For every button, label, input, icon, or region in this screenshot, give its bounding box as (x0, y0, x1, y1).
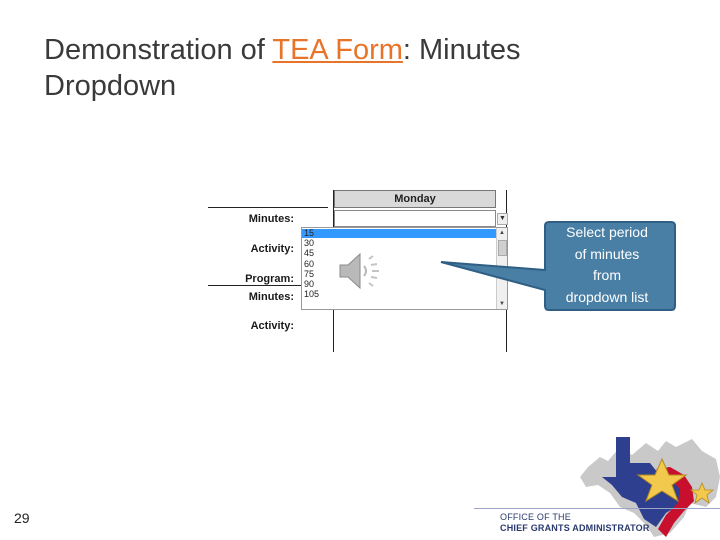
day-header: Monday (334, 190, 496, 208)
scrollbar-thumb[interactable] (498, 240, 507, 256)
chevron-down-icon[interactable]: ▼ (497, 213, 508, 225)
dropdown-option[interactable]: 45 (304, 248, 319, 258)
minutes-cell[interactable] (334, 210, 496, 227)
selected-option-highlight (302, 229, 498, 238)
speaker-icon[interactable] (336, 248, 386, 294)
dropdown-option[interactable]: 90 (304, 279, 319, 289)
callout-text: Select period of minutes from dropdown l… (540, 222, 674, 308)
divider (208, 285, 301, 286)
minutes-label: Minutes: (248, 291, 294, 303)
title-prefix: Demonstration of (44, 34, 273, 66)
dropdown-option[interactable]: 15 (304, 228, 319, 238)
scroll-up-icon[interactable]: ▲ (498, 229, 506, 237)
slide-title: Demonstration of TEA Form: Minutes Dropd… (44, 32, 664, 104)
title-suffix: : Minutes (402, 34, 521, 66)
dropdown-option[interactable]: 105 (304, 289, 319, 299)
tea-form-link[interactable]: TEA Form (272, 34, 403, 66)
callout-line: of minutes (574, 245, 640, 262)
callout-line: from (593, 267, 621, 283)
callout-line: dropdown list (565, 288, 649, 305)
title-line2: Dropdown (44, 70, 177, 102)
logo-line2: CHIEF GRANTS ADMINISTRATOR (500, 523, 650, 533)
scroll-down-icon[interactable]: ▼ (498, 300, 506, 308)
scrollbar[interactable]: ▲ ▼ (496, 228, 507, 309)
logo-text: OFFICE OF THE CHIEF GRANTS ADMINISTRATOR (500, 512, 650, 534)
slide-number: 29 (14, 510, 30, 526)
activity-label: Activity: (250, 243, 294, 255)
logo-divider (474, 508, 720, 509)
minutes-dropdown-list[interactable]: 15 30 45 60 75 90 105 ▲ ▼ (301, 227, 508, 310)
divider (208, 207, 328, 208)
logo-line1: OFFICE OF THE (500, 512, 571, 522)
dropdown-option[interactable]: 60 (304, 259, 319, 269)
callout-line: Select period (566, 224, 648, 240)
minutes-label: Minutes: (248, 213, 294, 225)
activity-label: Activity: (250, 320, 294, 332)
dropdown-option[interactable]: 30 (304, 238, 319, 248)
program-label: Program: (245, 273, 294, 285)
dropdown-option[interactable]: 75 (304, 269, 319, 279)
